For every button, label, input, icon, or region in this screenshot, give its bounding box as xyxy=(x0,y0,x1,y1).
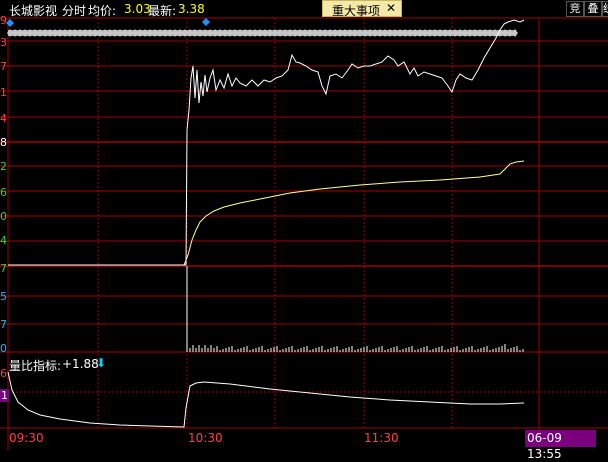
indicator-label: 量比指标: xyxy=(9,359,62,373)
price-axis-label: 4 xyxy=(0,112,7,125)
price-axis-label: 4 xyxy=(0,234,7,247)
time-label-1030: 10:30 xyxy=(188,431,223,445)
time-label-0930: 09:30 xyxy=(9,431,44,445)
price-axis-label: 2 xyxy=(0,160,7,173)
event-marker-icon xyxy=(6,19,14,27)
indicator-axis-label: 6 xyxy=(0,367,7,380)
event-marker-icon xyxy=(202,18,210,26)
avg-price-line xyxy=(8,160,525,266)
price-axis-label: 7 xyxy=(0,262,7,275)
intraday-chart[interactable] xyxy=(0,0,608,450)
volume-bars xyxy=(186,266,524,352)
time-label-1130: 11:30 xyxy=(364,431,399,445)
cursor-datetime: 06-09 13:55 xyxy=(525,430,596,461)
price-axis-label: 0 xyxy=(0,210,7,223)
chart-grid xyxy=(0,17,608,450)
price-axis-label: 7 xyxy=(0,60,7,73)
arrow-down-icon: ⬇ xyxy=(96,356,107,370)
price-axis-label: 9 xyxy=(0,14,7,27)
price-axis-label: 1 xyxy=(0,86,7,99)
price-axis-label: 8 xyxy=(0,136,7,149)
indicator-value: +1.88 xyxy=(62,357,99,371)
price-axis-label: 7 xyxy=(0,318,7,331)
price-axis-label: 5 xyxy=(0,290,7,303)
event-strip xyxy=(6,18,518,37)
price-axis-label: 0 xyxy=(0,342,7,355)
volume-ratio-line xyxy=(7,371,525,428)
price-axis-label: 6 xyxy=(0,186,7,199)
price-axis-label: 3 xyxy=(0,36,7,49)
indicator-axis-label: 1 xyxy=(0,389,9,402)
